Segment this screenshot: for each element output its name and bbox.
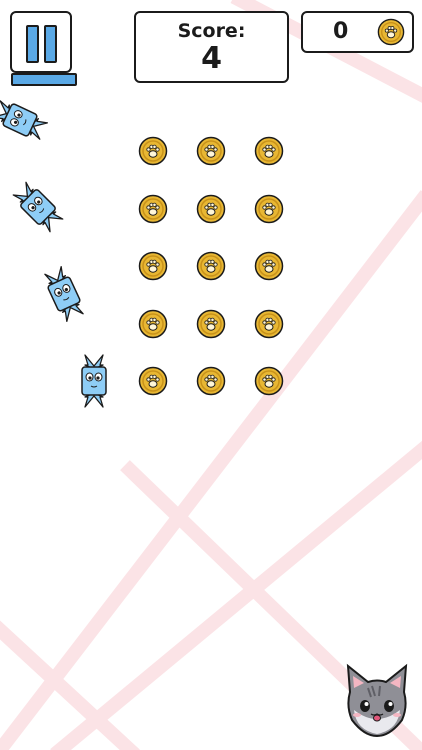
- paw-coin-icon: [196, 194, 226, 223]
- score-label: Score:: [177, 20, 246, 42]
- paw-coin-icon: [196, 366, 226, 396]
- paw-coin-icon: [196, 136, 226, 166]
- paw-coin-icon: [254, 309, 284, 338]
- paw-coin-icon: [254, 251, 284, 281]
- score-panel: Score: 4: [134, 11, 289, 83]
- score-value: 4: [201, 41, 222, 76]
- paw-coin-icon: [254, 194, 284, 223]
- paw-coin-icon: [138, 309, 168, 338]
- pause-icon: [10, 11, 72, 73]
- paw-coin-icon: [138, 136, 168, 166]
- paw-coin-icon: [377, 18, 405, 46]
- paw-coin-icon: [138, 366, 168, 396]
- pause-button-base: [11, 73, 77, 86]
- coin-count: 0: [333, 19, 349, 44]
- paw-coin-icon: [254, 136, 284, 166]
- candy-icon: [81, 354, 107, 408]
- paw-coin-icon: [254, 366, 284, 396]
- paw-coin-icon: [196, 251, 226, 281]
- cat-face-icon[interactable]: [342, 662, 412, 742]
- paw-coin-icon: [138, 194, 168, 223]
- paw-coin-icon: [138, 251, 168, 281]
- coin-counter: 0: [301, 11, 414, 53]
- paw-coin-icon: [196, 309, 226, 338]
- pause-button[interactable]: [10, 11, 77, 86]
